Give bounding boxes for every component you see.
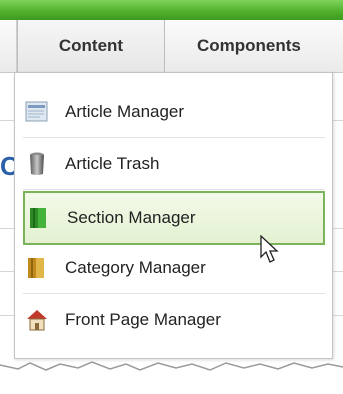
menu-tab-components[interactable]: Components [163, 20, 343, 72]
trash-can-icon [25, 151, 49, 177]
menu-item-category-manager-label: Category Manager [65, 258, 206, 277]
menu-tab-content-label: Content [58, 36, 124, 55]
menu-item-article-manager-label: Article Manager [65, 102, 185, 121]
content-dropdown-menu: Article Manager Article Trash Section Ma… [14, 72, 333, 359]
section-manager-icon [27, 205, 51, 231]
menu-item-front-page-manager[interactable]: Front Page Manager [23, 295, 325, 345]
category-manager-icon [25, 255, 49, 281]
menu-item-section-manager-label: Section Manager [67, 208, 196, 227]
home-icon [25, 307, 49, 333]
top-green-bar [0, 0, 343, 20]
main-menu-bar: Content Components [0, 20, 343, 73]
mouse-pointer-icon [259, 234, 281, 270]
menu-tab-content[interactable]: Content [17, 20, 165, 72]
torn-paper-edge [0, 355, 343, 389]
article-manager-icon [25, 99, 49, 125]
menu-item-front-page-manager-label: Front Page Manager [65, 310, 221, 329]
menu-tab-components-label: Components [197, 36, 301, 55]
menu-item-article-trash[interactable]: Article Trash [23, 139, 325, 190]
menu-item-article-trash-label: Article Trash [65, 154, 160, 173]
menu-bar-left-edge [0, 20, 17, 72]
menu-item-article-manager[interactable]: Article Manager [23, 87, 325, 138]
